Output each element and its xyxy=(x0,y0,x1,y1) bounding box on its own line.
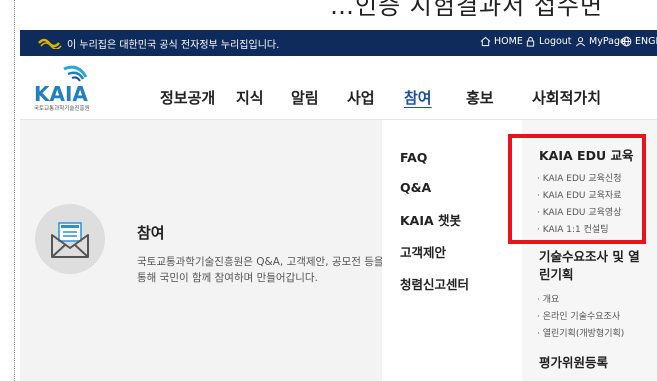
user-icon xyxy=(576,37,585,47)
lock-icon xyxy=(526,36,535,47)
site-header: KAIA 국토교통과학기술진흥원 정보공개 지식 알림 사업 참여 홍보 사회적… xyxy=(20,57,657,120)
english-link[interactable]: ENGLISH xyxy=(621,36,657,47)
nav-notice[interactable]: 알림 xyxy=(291,87,319,108)
mypage-link[interactable]: MyPage xyxy=(575,36,626,47)
link-overview[interactable]: · 개요 xyxy=(537,292,559,305)
nav-business[interactable]: 사업 xyxy=(347,87,375,108)
logo-text: KAIA xyxy=(34,82,88,105)
menu-qna[interactable]: Q&A xyxy=(400,180,431,195)
home-link[interactable]: HOME xyxy=(480,36,523,47)
nav-info-disclosure[interactable]: 정보공개 xyxy=(160,87,215,108)
kaia-logo-icon: KAIA xyxy=(34,65,88,106)
kaia-logo[interactable]: KAIA 국토교통과학기술진흥원 xyxy=(34,65,96,113)
nav-social-value[interactable]: 사회적가치 xyxy=(532,87,601,108)
hero-description: 국토교통과학기술진흥원은 Q&A, 고객제안, 공모전 등을 통해 국민이 함께… xyxy=(137,256,384,284)
highlight-box xyxy=(508,134,646,244)
menu-integrity-report[interactable]: 청렴신고센터 xyxy=(400,274,469,293)
envelope-icon xyxy=(51,222,89,258)
menu-customer-suggestion[interactable]: 고객제안 xyxy=(400,242,446,261)
hero-title: 참여 xyxy=(137,224,165,242)
submenu-column-1: FAQ Q&A KAIA 챗봇 고객제안 청렴신고센터 xyxy=(382,120,522,381)
gov-notice-bar: 이 누리집은 대한민국 공식 전자정부 누리집입니다. HOME Logout … xyxy=(20,30,657,56)
link-online-survey[interactable]: · 온라인 기술수요조사 xyxy=(537,309,620,322)
link-open-planning[interactable]: · 열린기획(개방형기획) xyxy=(537,326,624,339)
nav-pr[interactable]: 홍보 xyxy=(466,87,494,108)
logo-subtitle: 국토교통과학기술진흥원 xyxy=(34,106,90,112)
globe-icon xyxy=(621,36,632,47)
menu-faq[interactable]: FAQ xyxy=(400,150,427,165)
top-caption: …인증 시험결과서 접수면 xyxy=(330,0,604,20)
nav-knowledge[interactable]: 지식 xyxy=(236,87,264,108)
menu-evaluator-registration[interactable]: 평가위원등록 xyxy=(539,354,608,372)
hero-circle xyxy=(35,204,105,274)
hero-panel: 참여 국토교통과학기술진흥원은 Q&A, 고객제안, 공모전 등을 통해 국민이… xyxy=(20,120,384,381)
english-label: ENGLISH xyxy=(635,36,657,47)
gov-logo-icon xyxy=(38,38,62,49)
menu-chatbot[interactable]: KAIA 챗봇 xyxy=(400,210,461,229)
nav-participation[interactable]: 참여 xyxy=(404,87,432,108)
gov-notice-text: 이 누리집은 대한민국 공식 전자정부 누리집입니다. xyxy=(67,40,280,51)
logout-label: Logout xyxy=(539,36,572,47)
home-icon xyxy=(480,36,491,47)
menu-tech-demand-survey[interactable]: 기술수요조사 및 열린기획 xyxy=(539,248,644,284)
home-label: HOME xyxy=(494,36,523,47)
logout-link[interactable]: Logout xyxy=(525,36,572,47)
